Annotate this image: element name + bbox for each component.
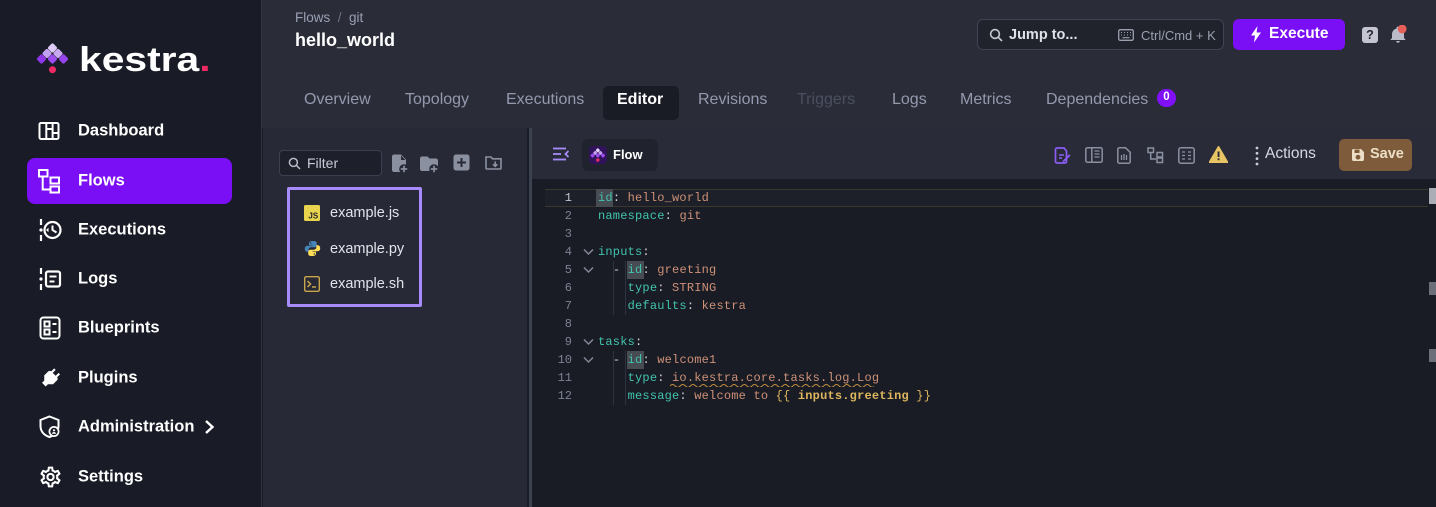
svg-text:JS: JS [308, 212, 318, 221]
